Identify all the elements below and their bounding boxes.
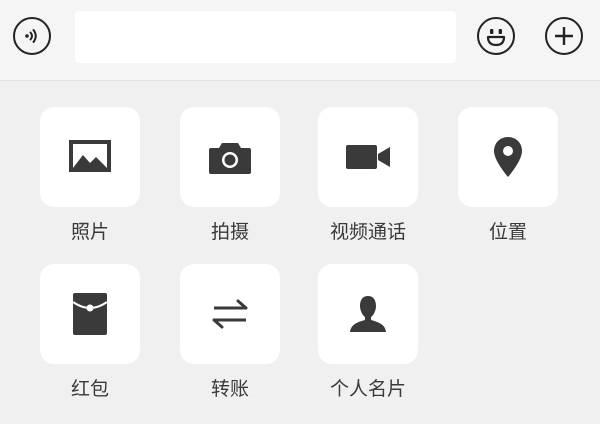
tile-box[interactable] [318,107,418,207]
emoji-button[interactable] [477,17,515,55]
video-camera-icon [345,142,391,172]
emoji-icon [481,21,511,51]
plus-icon [552,24,576,48]
voice-button[interactable] [13,17,51,55]
panel-item-label: 红包 [70,378,109,400]
image-icon [68,139,112,175]
panel-item-photo[interactable]: 照片 [40,107,180,267]
more-button[interactable] [545,17,583,55]
tile-box[interactable] [180,107,280,207]
panel-item-video-call[interactable]: 视频通话 [318,107,458,267]
panel-item-red-envelope[interactable]: 红包 [40,264,180,424]
panel-item-label: 拍摄 [210,221,249,243]
chat-input-bar [0,0,600,81]
panel-item-label: 个人名片 [329,378,406,400]
red-envelope-icon [72,292,108,336]
panel-item-contact-card[interactable]: 个人名片 [318,264,458,424]
voice-icon [20,24,44,48]
tile-box[interactable] [40,264,140,364]
tile-box[interactable] [458,107,558,207]
message-input[interactable] [75,11,456,63]
panel-item-location[interactable]: 位置 [458,107,598,267]
tile-box[interactable] [40,107,140,207]
panel-item-label: 位置 [488,221,527,243]
location-pin-icon [493,136,523,178]
panel-item-label: 照片 [70,221,109,243]
panel-item-label: 转账 [210,378,249,400]
contact-card-icon [348,294,388,334]
tile-box[interactable] [318,264,418,364]
function-panel: 照片 拍摄 视频通话 位置 红包 转账 个人名片 [0,81,600,400]
tile-box[interactable] [180,264,280,364]
camera-icon [208,139,252,175]
transfer-icon [210,298,250,330]
panel-item-label: 视频通话 [329,221,406,243]
